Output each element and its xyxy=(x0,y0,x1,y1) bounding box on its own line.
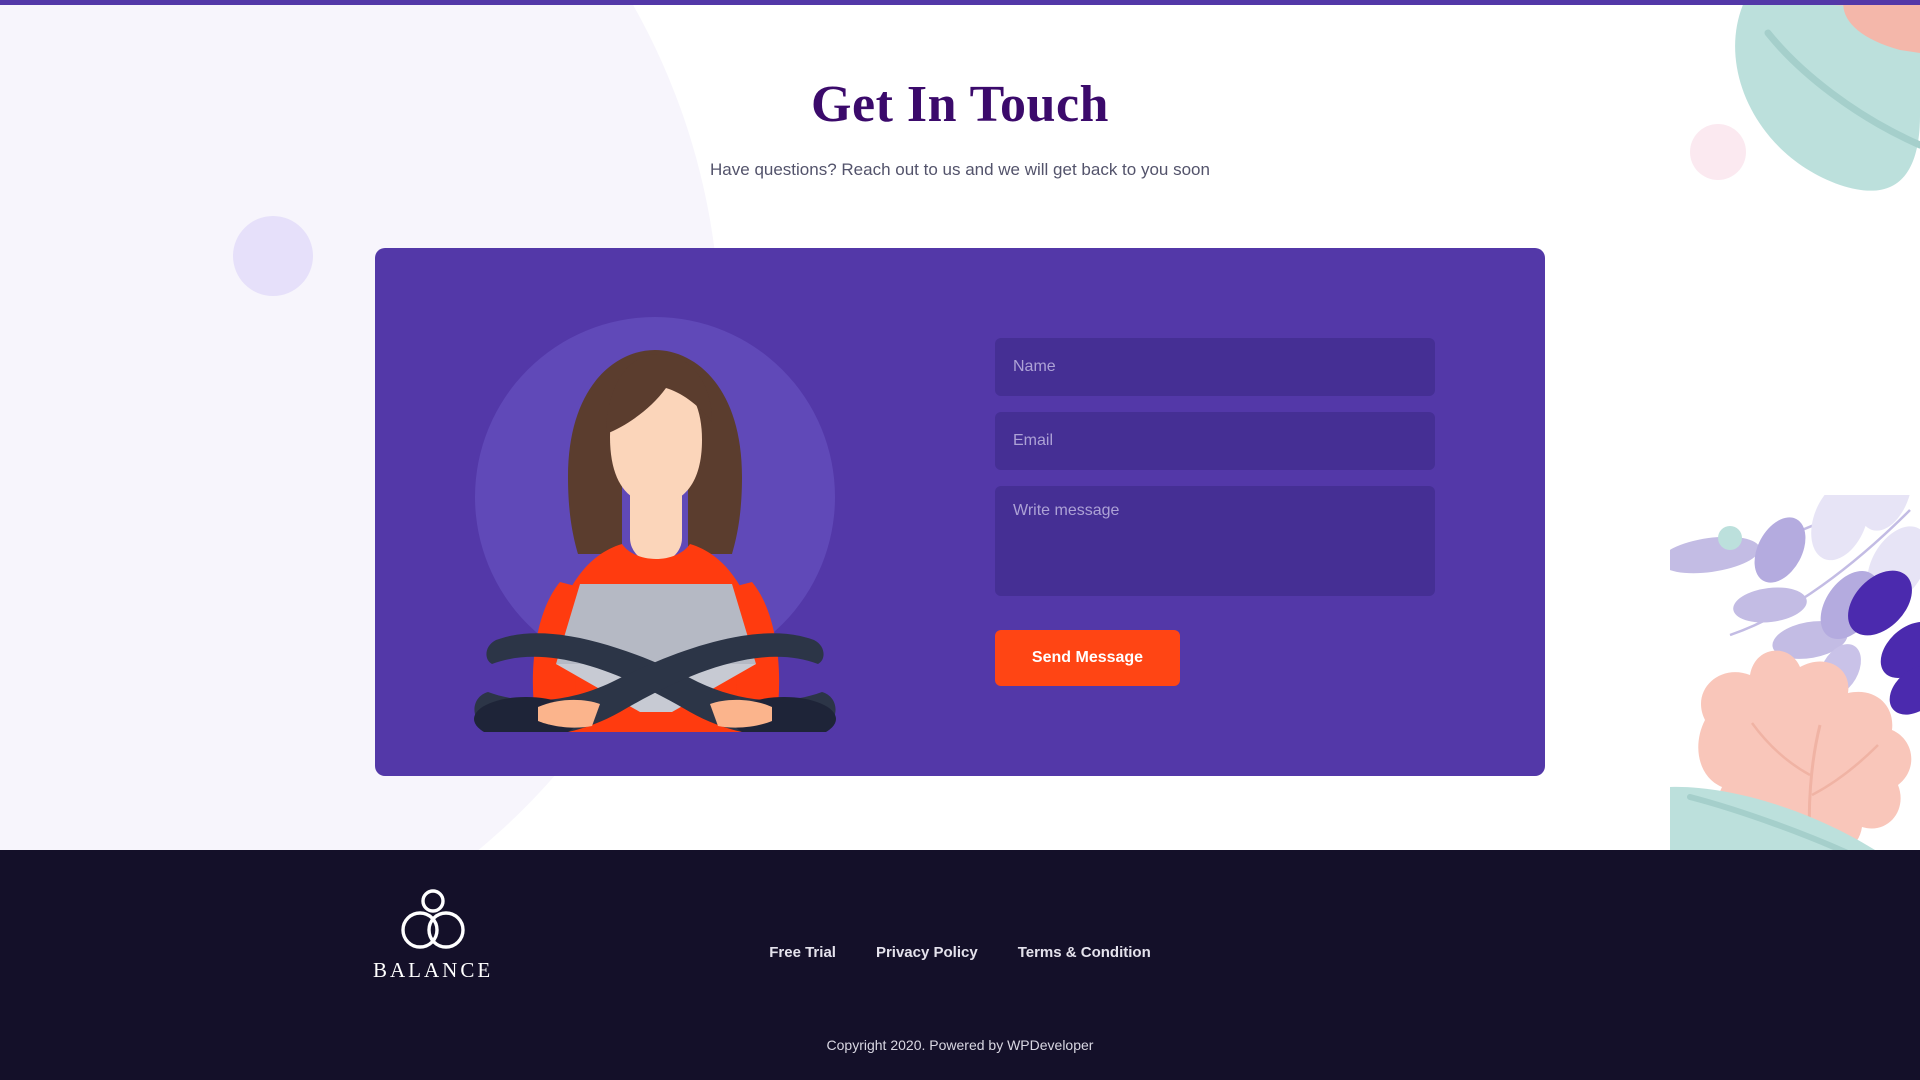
hero-section: Get In Touch Have questions? Reach out t… xyxy=(0,5,1920,850)
contact-card: Send Message xyxy=(375,248,1545,776)
footer-links: Free Trial Privacy Policy Terms & Condit… xyxy=(0,944,1920,961)
contact-form: Send Message xyxy=(935,338,1545,686)
person-with-laptop-illustration xyxy=(474,317,836,732)
email-input[interactable] xyxy=(995,412,1435,470)
name-input[interactable] xyxy=(995,338,1435,396)
footer-link-privacy-policy[interactable]: Privacy Policy xyxy=(876,944,978,961)
bottom-right-leaves-decoration xyxy=(1670,650,1912,850)
page-subtitle: Have questions? Reach out to us and we w… xyxy=(710,160,1210,179)
footer-link-terms-condition[interactable]: Terms & Condition xyxy=(1018,944,1151,961)
illustration-container xyxy=(375,248,935,776)
three-circles-balance-icon xyxy=(401,889,465,949)
top-right-leaves-decoration xyxy=(1735,5,1920,191)
lavender-circle-decoration xyxy=(233,216,313,296)
message-textarea[interactable] xyxy=(995,486,1435,596)
footer-brand[interactable]: BALANCE xyxy=(373,888,493,983)
footer-link-free-trial[interactable]: Free Trial xyxy=(769,944,836,961)
top-accent-bar xyxy=(0,0,1920,5)
page-title: Get In Touch xyxy=(811,76,1109,133)
copyright-text: Copyright 2020. Powered by WPDeveloper xyxy=(826,1037,1094,1053)
site-footer: BALANCE Free Trial Privacy Policy Terms … xyxy=(0,850,1920,1080)
send-message-button[interactable]: Send Message xyxy=(995,630,1180,686)
brand-name: BALANCE xyxy=(373,958,494,982)
